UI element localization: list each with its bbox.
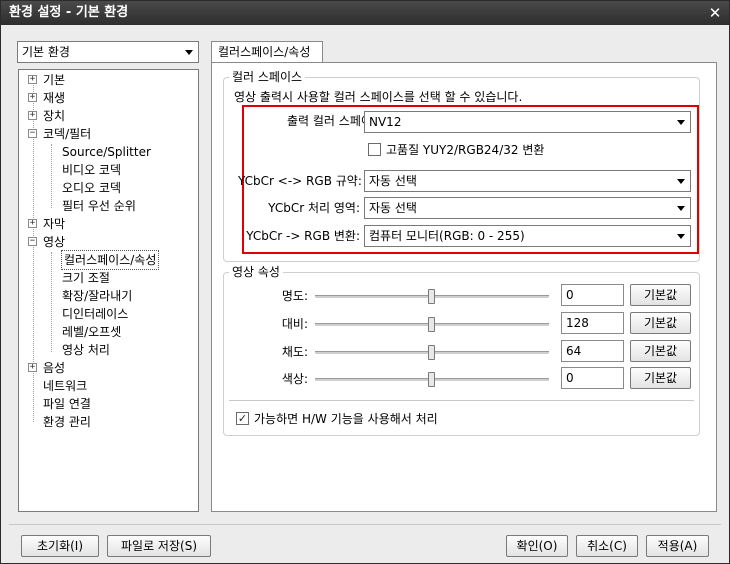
hw-processing-label: 가능하면 H/W 기능을 사용해서 처리 — [254, 412, 438, 426]
contrast-slider-thumb[interactable] — [428, 317, 435, 332]
category-select-value: 기본 환경 — [22, 45, 70, 59]
tree-item-label: 확장/잘라내기 — [62, 289, 133, 303]
tree-item-label: 컬러스페이스/속성 — [64, 253, 157, 267]
tree-item-label: 디인터레이스 — [62, 307, 129, 321]
hue-input[interactable]: 0 — [561, 367, 624, 389]
tree-item-label: 장치 — [43, 109, 66, 123]
tree-item-label: 기본 — [43, 73, 66, 87]
chevron-down-icon — [677, 179, 685, 184]
tree-item-label: 환경 관리 — [43, 415, 91, 429]
ycbcr-range-label: YCbCr 처리 영역: — [268, 201, 360, 215]
tree-guide-line — [51, 252, 52, 352]
tree-item-label: 재생 — [43, 91, 66, 105]
saturation-slider-thumb[interactable] — [428, 345, 435, 360]
tree-item-label: 자막 — [43, 217, 66, 231]
reset-button[interactable]: 초기화(I) — [21, 535, 99, 557]
collapse-icon[interactable]: − — [28, 129, 37, 138]
saturation-input[interactable]: 64 — [561, 340, 624, 362]
tree-item-level-offset[interactable]: 레벨/오프셋 — [62, 323, 121, 341]
ycbcr-range-select[interactable]: 자동 선택 — [364, 197, 691, 219]
brightness-slider-thumb[interactable] — [428, 289, 435, 304]
apply-button[interactable]: 적용(A) — [646, 535, 709, 557]
brightness-reset-button[interactable]: 기본값 — [630, 284, 691, 306]
output-colorspace-select[interactable]: NV12 — [364, 111, 691, 133]
contrast-label: 대비: — [281, 317, 308, 331]
ycbcr-rgb-rule-value: 자동 선택 — [369, 174, 417, 188]
window-title: 환경 설정 - 기본 환경 — [9, 5, 129, 20]
colorspace-description: 영상 출력시 사용할 컬러 스페이스를 선택 할 수 있습니다. — [234, 90, 523, 104]
saturation-reset-button[interactable]: 기본값 — [630, 340, 691, 362]
video-properties-group-title: 영상 속성 — [229, 265, 283, 279]
tree-item-label: 레벨/오프셋 — [62, 325, 122, 339]
expand-icon[interactable]: + — [28, 75, 37, 84]
settings-tree[interactable]: + 기본 + 재생 + 장치 − 코덱/필터 Source/Splitter 비… — [18, 69, 199, 512]
expand-icon[interactable]: + — [28, 111, 37, 120]
collapse-icon[interactable]: − — [28, 237, 37, 246]
tree-item-settings-management[interactable]: 환경 관리 — [43, 413, 91, 431]
output-colorspace-value: NV12 — [369, 115, 402, 129]
tree-item-label: 파일 연결 — [43, 397, 91, 411]
ycbcr-to-rgb-value: 컴퓨터 모니터(RGB: 0 - 255) — [369, 229, 525, 243]
hue-label: 색상: — [281, 372, 308, 386]
brightness-input[interactable]: 0 — [561, 284, 624, 306]
ycbcr-rgb-rule-select[interactable]: 자동 선택 — [364, 170, 691, 192]
tree-item-source-splitter[interactable]: Source/Splitter — [62, 143, 151, 161]
tree-item-label: 크기 조절 — [62, 271, 110, 285]
save-to-file-button[interactable]: 파일로 저장(S) — [107, 535, 211, 557]
tree-item-label: 음성 — [43, 361, 66, 375]
ycbcr-to-rgb-label: YCbCr -> RGB 변환: — [246, 229, 360, 243]
tree-item-colorspace-properties[interactable]: 컬러스페이스/속성 — [60, 250, 160, 270]
chevron-down-icon — [677, 234, 685, 239]
category-select[interactable]: 기본 환경 — [17, 41, 199, 63]
tree-item-deinterlace[interactable]: 디인터레이스 — [62, 305, 128, 323]
contrast-reset-button[interactable]: 기본값 — [630, 312, 691, 334]
contrast-input[interactable]: 128 — [561, 312, 624, 334]
chevron-down-icon — [185, 50, 193, 55]
hq-conversion-checkbox[interactable] — [368, 143, 381, 156]
tree-item-label: Source/Splitter — [62, 145, 151, 159]
tree-item-expand-crop[interactable]: 확장/잘라내기 — [62, 287, 132, 305]
hq-conversion-label: 고품질 YUY2/RGB24/32 변환 — [386, 143, 545, 157]
tree-guide-line — [51, 144, 52, 208]
brightness-label: 명도: — [281, 289, 308, 303]
tree-item-video-processing[interactable]: 영상 처리 — [62, 341, 110, 359]
footer-separator — [9, 524, 721, 525]
cancel-button[interactable]: 취소(C) — [576, 535, 638, 557]
chevron-down-icon — [677, 206, 685, 211]
tree-item-label: 필터 우선 순위 — [62, 199, 136, 213]
tree-item-label: 비디오 코덱 — [62, 163, 122, 177]
expand-icon[interactable]: + — [28, 219, 37, 228]
expand-icon[interactable]: + — [28, 93, 37, 102]
tree-item-audio-codec[interactable]: 오디오 코덱 — [62, 179, 121, 197]
tree-item-label: 오디오 코덱 — [62, 181, 122, 195]
tab-colorspace-properties[interactable]: 컬러스페이스/속성 — [211, 41, 323, 63]
tree-item-video-codec[interactable]: 비디오 코덱 — [62, 161, 121, 179]
hue-slider-thumb[interactable] — [428, 372, 435, 387]
tree-item-label: 코덱/필터 — [43, 127, 92, 141]
ycbcr-rgb-rule-label: YCbCr <-> RGB 규약: — [238, 174, 362, 188]
colorspace-group-title: 컬러 스페이스 — [229, 70, 306, 84]
chevron-down-icon — [677, 120, 685, 125]
tree-item-label: 영상 처리 — [62, 343, 110, 357]
ycbcr-range-value: 자동 선택 — [369, 201, 417, 215]
tree-item-network[interactable]: 네트워크 — [43, 377, 87, 395]
tree-item-resize[interactable]: 크기 조절 — [62, 269, 110, 287]
tab-label: 컬러스페이스/속성 — [218, 45, 311, 59]
hw-processing-checkbox[interactable]: ✓ — [236, 412, 249, 425]
properties-separator — [229, 400, 694, 401]
ycbcr-to-rgb-select[interactable]: 컴퓨터 모니터(RGB: 0 - 255) — [364, 225, 691, 247]
tree-item-label: 네트워크 — [43, 379, 88, 393]
tree-item-label: 영상 — [43, 235, 66, 249]
title-bar[interactable]: 환경 설정 - 기본 환경 ✕ — [1, 1, 729, 25]
close-icon[interactable]: ✕ — [705, 3, 725, 23]
tree-item-file-association[interactable]: 파일 연결 — [43, 395, 91, 413]
tree-item-filter-priority[interactable]: 필터 우선 순위 — [62, 197, 136, 215]
preferences-window: 환경 설정 - 기본 환경 ✕ 기본 환경 + 기본 + 재생 + 장치 − 코… — [0, 0, 730, 564]
expand-icon[interactable]: + — [28, 363, 37, 372]
ok-button[interactable]: 확인(O) — [506, 535, 568, 557]
tab-panel: 컬러 스페이스 영상 출력시 사용할 컬러 스페이스를 선택 할 수 있습니다.… — [211, 62, 717, 512]
hue-reset-button[interactable]: 기본값 — [630, 367, 691, 389]
saturation-label: 채도: — [281, 345, 308, 359]
